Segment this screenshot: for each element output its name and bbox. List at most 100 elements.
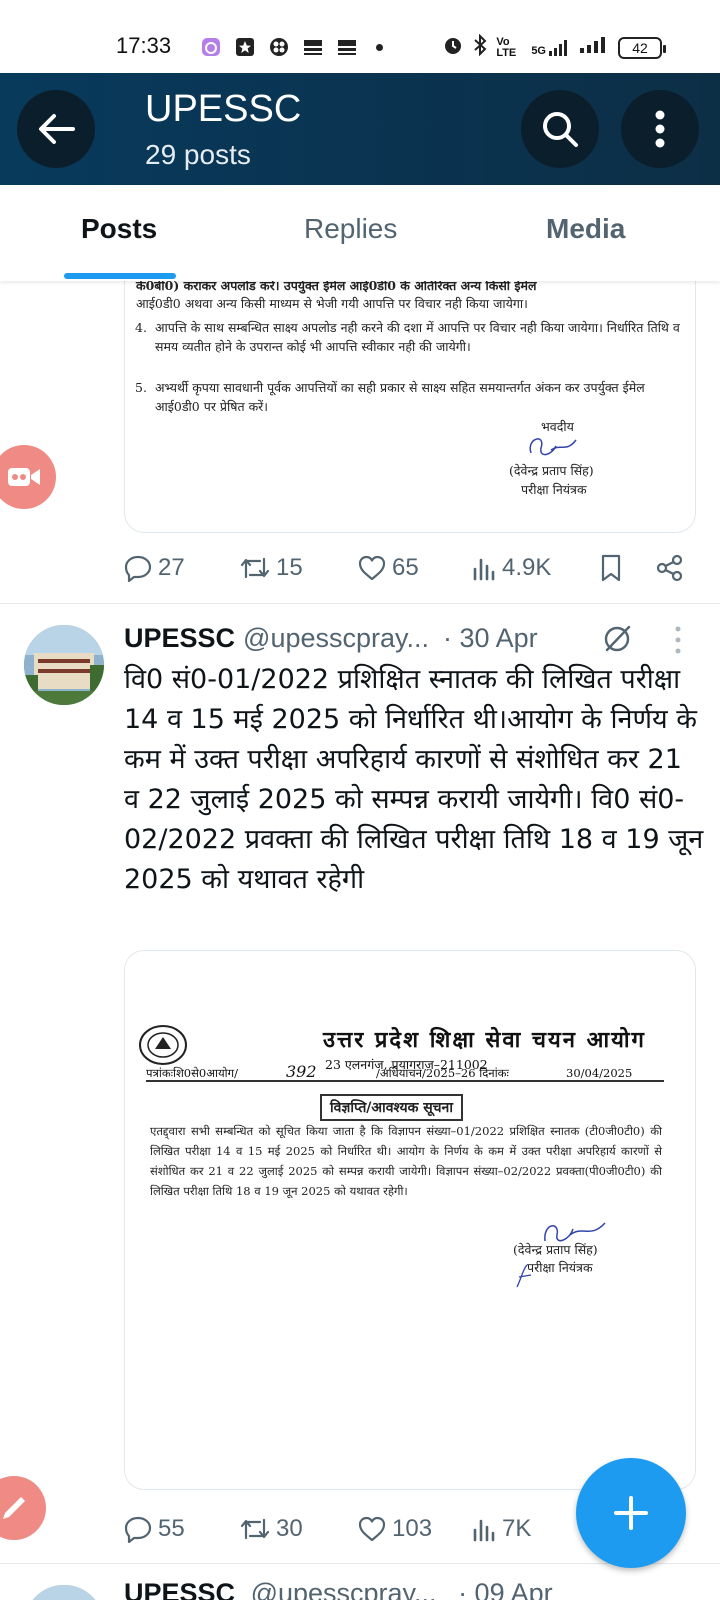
reply-count: 55 bbox=[158, 1515, 185, 1542]
doc-line: आई0डी0 अथवा अन्य किसी माध्यम से भेजी गयी… bbox=[136, 296, 528, 311]
ref-number: 392 bbox=[286, 1062, 317, 1081]
doc-item-number: 5. bbox=[135, 380, 147, 395]
like-count: 65 bbox=[392, 554, 419, 581]
doc-item: आपत्ति के साथ सम्बन्धित साक्ष्य अपलोड नह… bbox=[155, 320, 680, 354]
more-vertical-icon bbox=[655, 110, 665, 148]
initials-mark bbox=[516, 1264, 532, 1288]
share-button[interactable] bbox=[656, 554, 684, 582]
signal-icon bbox=[579, 36, 609, 59]
tab-replies[interactable]: Replies bbox=[304, 213, 397, 245]
compose-plus-icon bbox=[614, 1496, 648, 1530]
back-arrow-icon bbox=[39, 114, 75, 144]
reply-icon bbox=[124, 1516, 152, 1543]
profile-title: UPESSC bbox=[145, 88, 302, 130]
newspaper-app-icon bbox=[302, 36, 324, 58]
views-button[interactable]: 4.9K bbox=[472, 554, 600, 582]
profile-tabs: Posts Replies Media bbox=[0, 185, 720, 281]
volte-label: Vo LTE bbox=[496, 35, 517, 59]
post-text: वि0 सं0-01/2022 प्रशिक्षित स्नातक की लिख… bbox=[124, 664, 704, 895]
views-count: 4.9K bbox=[502, 554, 552, 581]
avatar[interactable] bbox=[24, 625, 104, 705]
post-more-icon[interactable] bbox=[673, 625, 683, 655]
notice-body: एतद्द्वारा सभी सम्बन्धित को सूचित किया ज… bbox=[150, 1124, 662, 1198]
notice-org-name: उत्तर प्रदेश शिक्षा सेवा चयन आयोग bbox=[323, 1027, 646, 1053]
floating-edit-button[interactable] bbox=[0, 1476, 46, 1540]
like-icon bbox=[358, 1516, 386, 1542]
reply-button[interactable]: 27 bbox=[124, 554, 240, 582]
author-name[interactable]: UPESSC bbox=[124, 1578, 235, 1600]
active-tab-indicator bbox=[64, 273, 176, 279]
post-date[interactable]: · 30 Apr bbox=[443, 623, 538, 654]
repost-button[interactable]: 30 bbox=[240, 1515, 358, 1543]
tab-media[interactable]: Media bbox=[546, 213, 625, 245]
pen-icon bbox=[3, 1497, 25, 1519]
views-icon bbox=[473, 558, 495, 581]
search-button[interactable] bbox=[521, 90, 599, 168]
post-header: UPESSC @upesscpray... · 30 Apr bbox=[124, 620, 538, 656]
post-header: UPESSC @upesscpray... · 09 Apr bbox=[124, 1578, 553, 1600]
notice-heading: विज्ञप्ति/आवश्यक सूचना bbox=[320, 1094, 463, 1121]
system-icons: Vo LTE 5G 42 bbox=[442, 33, 666, 61]
author-handle[interactable]: @upesscpray... bbox=[243, 623, 429, 654]
timer-app-icon bbox=[200, 36, 222, 58]
compose-button[interactable] bbox=[576, 1458, 686, 1568]
reply-button[interactable]: 55 bbox=[124, 1515, 240, 1543]
post-date[interactable]: · 09 Apr bbox=[458, 1578, 553, 1600]
ref-date: 30/04/2025 bbox=[566, 1066, 633, 1080]
bookmark-button[interactable] bbox=[600, 554, 656, 582]
post-image-notice[interactable]: उत्तर प्रदेश शिक्षा सेवा चयन आयोग 23 एलन… bbox=[124, 950, 696, 1490]
post-image-document[interactable]: के0बी0) कराकर अपलोड करें। उपर्युक्त ईमेल… bbox=[124, 250, 696, 533]
repost-button[interactable]: 15 bbox=[240, 554, 358, 582]
post-divider bbox=[0, 603, 720, 604]
post-count: 29 posts bbox=[145, 139, 251, 170]
more-notifications-dot bbox=[376, 43, 383, 51]
repost-count: 15 bbox=[276, 554, 303, 581]
bluetooth-icon bbox=[473, 33, 487, 61]
like-icon bbox=[358, 555, 386, 581]
ref-middle: /अधियाचन/2025–26 दिनांकः bbox=[376, 1066, 509, 1080]
star-app-icon bbox=[234, 36, 256, 58]
bookmark-icon bbox=[601, 554, 621, 582]
author-handle[interactable]: @upesscpray... bbox=[251, 1578, 437, 1600]
avatar[interactable] bbox=[24, 1585, 104, 1600]
battery-level: 42 bbox=[632, 39, 648, 56]
alarm-icon bbox=[442, 34, 464, 61]
views-button[interactable]: 7K bbox=[472, 1515, 572, 1543]
doc-item-number: 4. bbox=[135, 320, 147, 335]
like-count: 103 bbox=[392, 1515, 433, 1542]
signal-5g-icon: 5G bbox=[531, 39, 570, 57]
like-button[interactable]: 103 bbox=[358, 1515, 472, 1543]
notice-signatory: (देवेन्द्र प्रताप सिंह) bbox=[513, 1242, 598, 1257]
notice-reference-line: पत्रांकःशि0से0आयोग/ 392 /अधियाचन/2025–26… bbox=[146, 1062, 664, 1082]
repost-count: 30 bbox=[276, 1515, 303, 1542]
share-icon bbox=[656, 554, 683, 582]
more-options-button[interactable] bbox=[621, 90, 699, 168]
battery-icon: 42 bbox=[618, 36, 666, 59]
doc-signatory: (देवेन्द्र प्रताप सिंह) bbox=[509, 463, 594, 478]
status-bar: 17:33 Vo LTE 5G 42 bbox=[0, 0, 720, 73]
commission-logo bbox=[139, 1025, 187, 1065]
status-time: 17:33 bbox=[116, 33, 172, 58]
search-icon bbox=[543, 112, 578, 147]
back-button[interactable] bbox=[17, 90, 95, 168]
views-count: 7K bbox=[502, 1515, 532, 1542]
tab-posts[interactable]: Posts bbox=[81, 213, 157, 245]
views-icon bbox=[473, 1519, 495, 1542]
post-actions: 27 15 65 4.9K bbox=[124, 548, 684, 588]
ref-prefix: पत्रांकःशि0से0आयोग/ bbox=[146, 1066, 238, 1080]
repost-icon bbox=[240, 557, 270, 579]
doc-item: अभ्यर्थी कृपया सावधानी पूर्वक आपत्तियों … bbox=[155, 380, 645, 414]
like-button[interactable]: 65 bbox=[358, 554, 472, 582]
app-circle-icon bbox=[268, 36, 290, 58]
grok-icon[interactable] bbox=[601, 623, 633, 655]
video-camera-icon bbox=[8, 468, 40, 486]
floating-video-button[interactable] bbox=[0, 445, 56, 509]
newspaper-app-icon-2 bbox=[336, 36, 358, 58]
reply-icon bbox=[124, 555, 152, 582]
network-type-label: 5G bbox=[531, 44, 546, 57]
repost-icon bbox=[240, 1518, 270, 1540]
notification-icons bbox=[200, 36, 383, 58]
profile-header: UPESSC 29 posts bbox=[0, 73, 720, 185]
doc-designation: परीक्षा नियंत्रक bbox=[521, 482, 587, 497]
author-name[interactable]: UPESSC bbox=[124, 623, 235, 654]
